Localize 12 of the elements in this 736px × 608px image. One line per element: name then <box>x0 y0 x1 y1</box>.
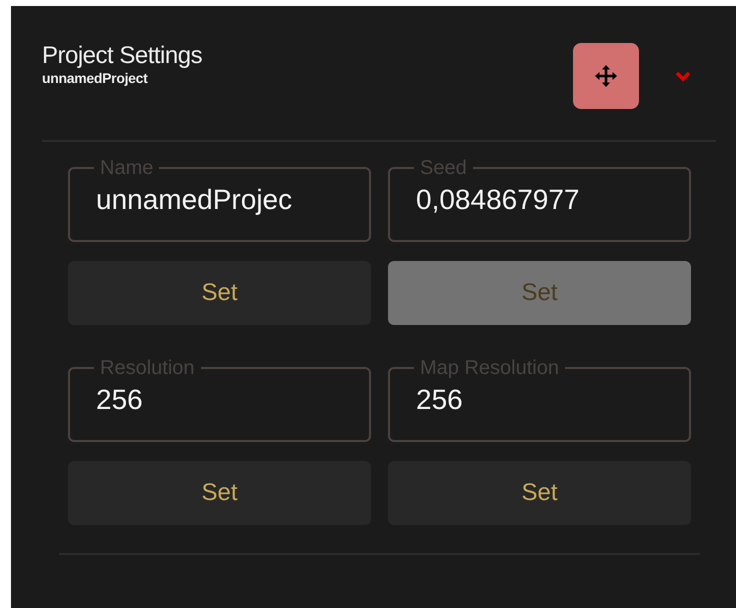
panel-title: Project Settings <box>42 42 204 70</box>
chevron-down-icon[interactable] <box>675 70 691 82</box>
field-value: 256 <box>416 383 464 417</box>
field-value: 0,084867977 <box>416 183 581 217</box>
set-button[interactable]: Set <box>388 461 691 525</box>
move-icon <box>594 64 618 88</box>
project-name: unnamedProject <box>42 70 149 86</box>
field-value: 256 <box>96 383 144 417</box>
field-value: unnamedProjec <box>96 183 294 217</box>
set-button[interactable]: Set <box>68 461 371 525</box>
move-button[interactable] <box>573 43 639 109</box>
set-button[interactable]: Set <box>68 261 371 325</box>
